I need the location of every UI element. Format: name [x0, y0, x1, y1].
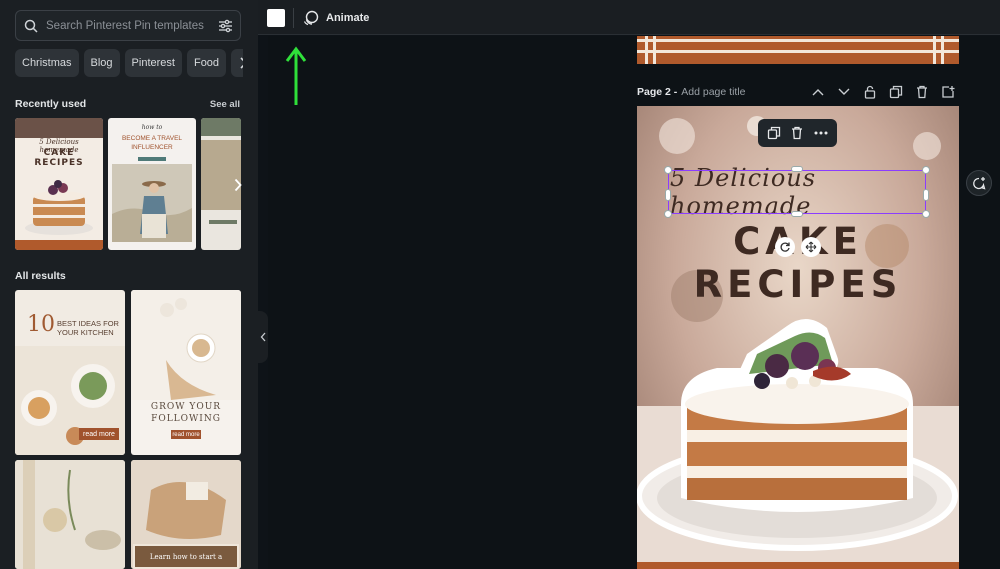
thumb-line1: Learn how to start a: [133, 544, 239, 569]
result-template-grow[interactable]: GROW YOUR FOLLOWING read more: [131, 290, 241, 455]
chip-pinterest[interactable]: Pinterest: [124, 49, 182, 77]
template-search[interactable]: [15, 10, 241, 41]
result-template-plants[interactable]: [15, 460, 125, 569]
recent-next-button[interactable]: [228, 172, 248, 198]
read-more-button: read more: [171, 430, 201, 439]
plant-image: [15, 460, 125, 569]
duplicate-icon[interactable]: [766, 125, 782, 141]
recent-template-travel[interactable]: how to BECOME A TRAVEL INFLUENCER: [108, 118, 196, 250]
resize-handle-right[interactable]: [923, 189, 929, 201]
thumb-line1: BEST IDEAS FOR: [57, 319, 119, 328]
recent-template-cake[interactable]: 5 Delicious homemade CAKE RECIPES: [15, 118, 103, 250]
rotate-handle[interactable]: [775, 237, 795, 257]
page-1-preview[interactable]: [637, 36, 959, 64]
see-all-link[interactable]: See all: [210, 99, 240, 110]
thumb-bg: [15, 118, 103, 138]
rotate-icon: [780, 242, 790, 252]
editor-toolbar: Animate: [258, 0, 1000, 35]
thumb-title: BECOME A TRAVEL INFLUENCER: [121, 135, 183, 151]
resize-handle-bottom-right[interactable]: [922, 210, 930, 218]
move-handle[interactable]: [801, 237, 821, 257]
lifestyle-image: [131, 290, 241, 400]
search-icon: [16, 11, 46, 40]
move-icon: [805, 241, 817, 253]
photo-image: [112, 164, 192, 242]
selection-box: [668, 170, 926, 214]
thumb-title: CAKE RECIPES: [34, 148, 84, 168]
thumb-line1: GROW YOUR: [150, 402, 222, 412]
thumb-divider: [209, 220, 237, 224]
chip-food[interactable]: Food: [186, 49, 227, 77]
element-floating-toolbar: [758, 119, 837, 147]
chip-christmas[interactable]: Christmas: [15, 49, 79, 77]
cake-image: [25, 180, 93, 235]
thumb-header: [201, 118, 241, 136]
recently-used-heading: Recently used: [15, 98, 87, 110]
add-comment-button[interactable]: [966, 170, 992, 196]
read-more-button: read more: [79, 428, 119, 440]
resize-handle-bottom-left[interactable]: [664, 210, 672, 218]
thumb-script: how to: [141, 124, 163, 131]
move-page-up-icon[interactable]: [810, 84, 826, 100]
more-options-icon[interactable]: [813, 125, 829, 141]
add-page-icon[interactable]: [940, 84, 956, 100]
page-2-footer-strip: [637, 562, 959, 569]
chips-next-button[interactable]: [231, 49, 243, 77]
collapse-panel-handle[interactable]: [258, 311, 268, 363]
lock-icon[interactable]: [862, 84, 878, 100]
result-template-kitchen[interactable]: 10 BEST IDEAS FOR YOUR KITCHEN read more: [15, 290, 125, 455]
thumb-divider: [138, 157, 166, 161]
chevron-right-icon: [240, 57, 243, 69]
page-1-pattern: [637, 36, 959, 64]
resize-handle-top-left[interactable]: [664, 166, 672, 174]
animate-label: Animate: [326, 12, 370, 24]
chevron-right-icon: [234, 178, 242, 192]
resize-handle-bottom[interactable]: [791, 211, 803, 217]
delete-page-icon[interactable]: [914, 84, 930, 100]
duplicate-page-icon[interactable]: [888, 84, 904, 100]
thumb-line2: FOLLOWING: [151, 414, 221, 424]
move-page-down-icon[interactable]: [836, 84, 852, 100]
search-input[interactable]: [46, 19, 210, 32]
background-color-swatch[interactable]: [267, 9, 285, 27]
chevron-left-icon: [260, 332, 266, 342]
toolbar-divider: [293, 8, 294, 28]
page-tools: [810, 84, 956, 100]
page-number-label: Page 2 -: [637, 86, 678, 98]
green-arrow-annotation: [285, 46, 307, 105]
all-results-heading: All results: [15, 270, 66, 282]
comment-add-icon: [972, 176, 985, 189]
sliders-icon[interactable]: [210, 11, 240, 40]
filter-chips: Christmas Blog Pinterest Food: [15, 49, 243, 79]
page-title-input[interactable]: Add page title: [681, 86, 745, 98]
animate-icon: [303, 10, 319, 26]
delete-icon[interactable]: [789, 125, 805, 141]
animate-button[interactable]: Animate: [303, 7, 369, 29]
result-template-learn[interactable]: Learn how to start a: [131, 460, 241, 569]
templates-panel: Christmas Blog Pinterest Food Recently u…: [0, 0, 258, 569]
big-title-text[interactable]: CAKE RECIPES: [637, 220, 959, 306]
thumb-line2: YOUR KITCHEN: [57, 328, 114, 337]
thumb-footer: [15, 240, 103, 250]
resize-handle-top[interactable]: [791, 166, 803, 172]
chip-blog[interactable]: Blog: [83, 49, 120, 77]
resize-handle-top-right[interactable]: [922, 166, 930, 174]
resize-handle-left[interactable]: [665, 189, 671, 201]
canva-editor: Christmas Blog Pinterest Food Recently u…: [0, 0, 1000, 569]
thumb-number: 10: [27, 312, 55, 337]
